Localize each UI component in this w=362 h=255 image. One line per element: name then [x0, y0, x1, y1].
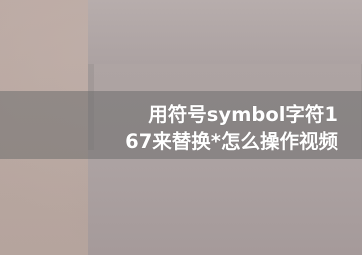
book-top-edge	[88, 0, 362, 64]
video-caption: 用符号symbol字符1 67来替换*怎么操作视频	[125, 103, 338, 153]
book-bottom-edge	[88, 150, 362, 255]
